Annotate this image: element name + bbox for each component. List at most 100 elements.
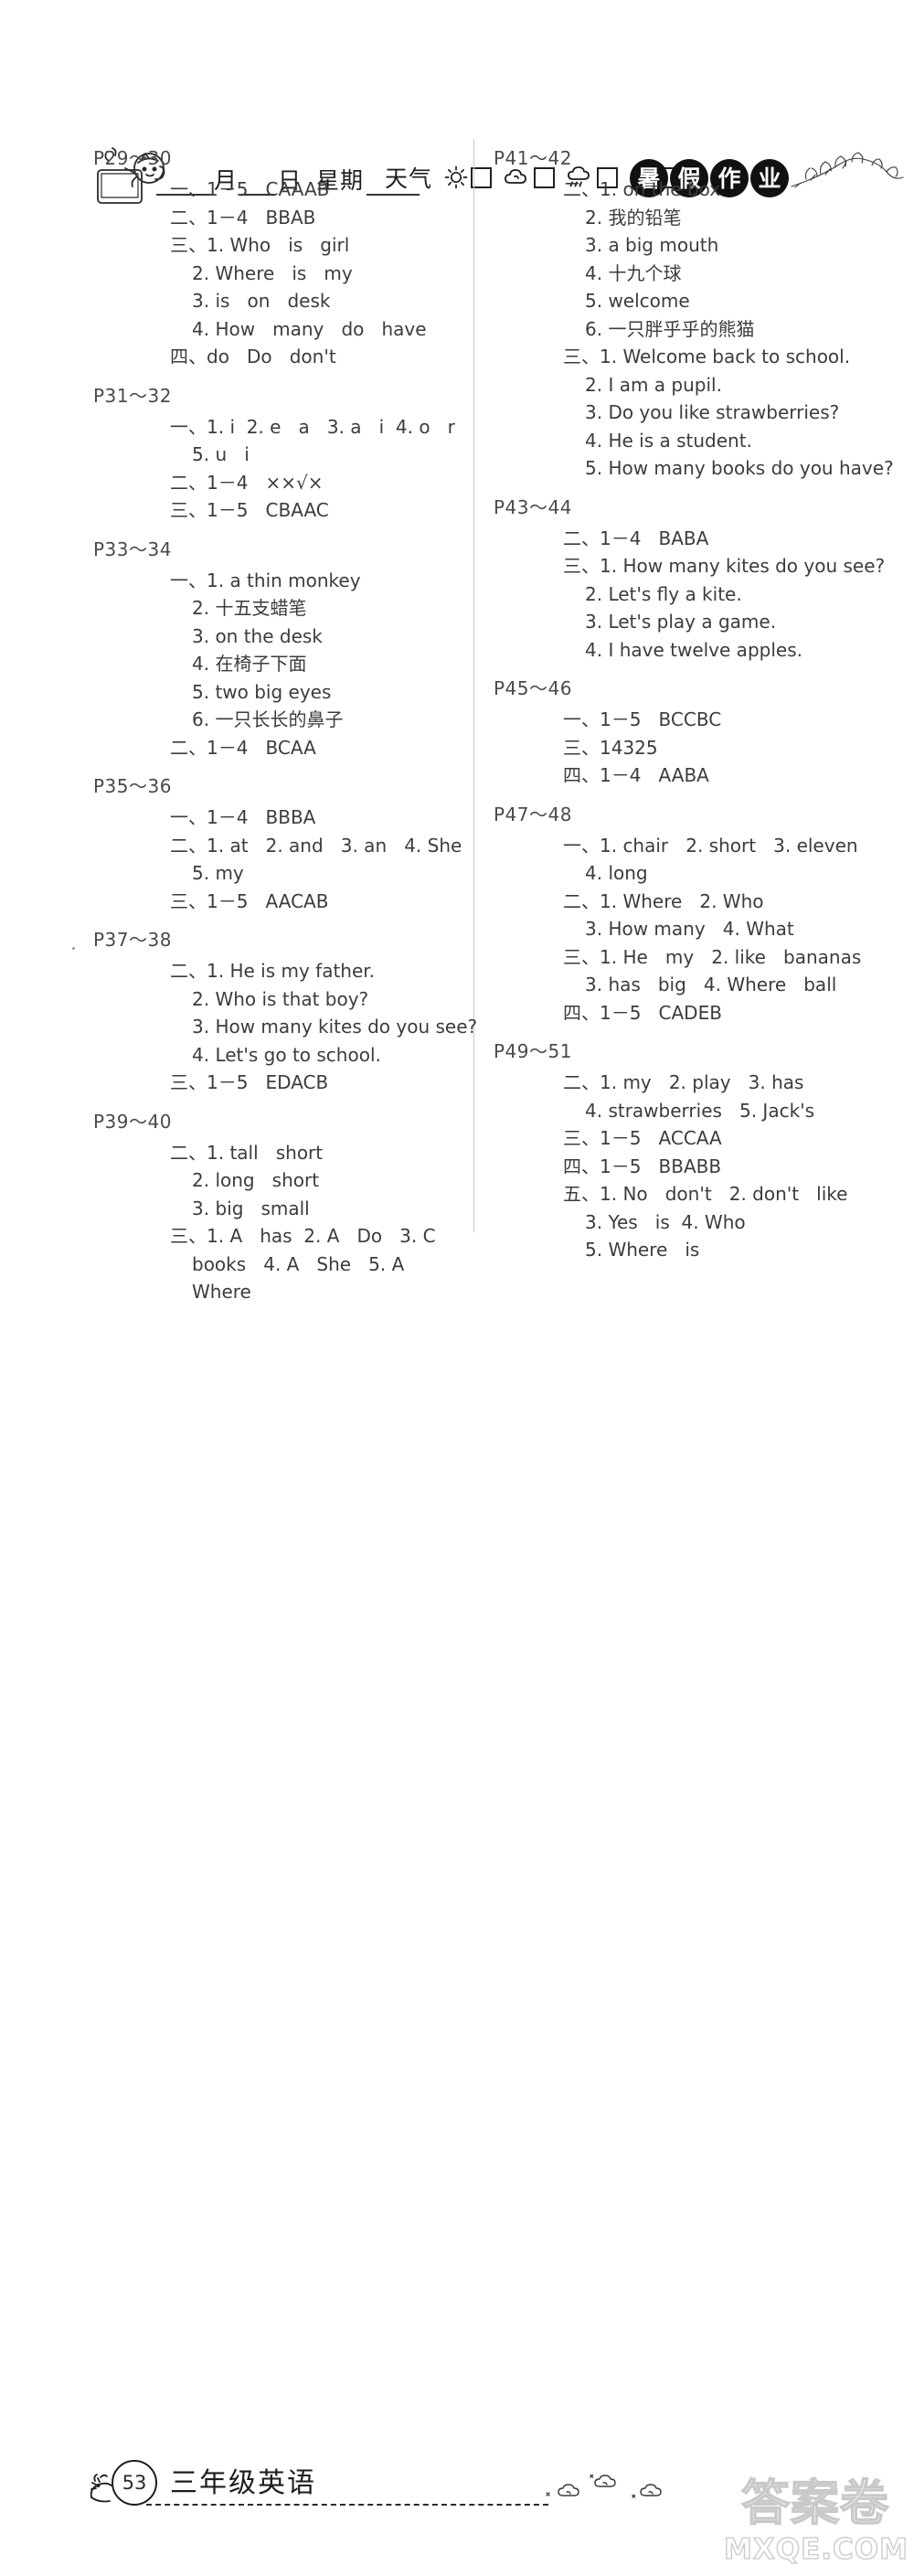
page-range-label: P29～30 [93,147,172,169]
answer-section: P31～32 一、1. i 2. e a 3. a i 4. o r 5. u … [91,382,466,525]
answers-column-right: P41～42 二、1. on the box 2. 我的铅笔 3. a big … [492,144,894,1275]
answer-line: 四、1－4 AABA [563,764,709,786]
answer-line: 4. 十九个球 [585,261,682,284]
page-range-label: P35～36 [93,775,172,797]
page-number-badge: 53 [112,2460,157,2506]
answer-line: 二、1. my 2. play 3. has [563,1071,804,1093]
page-range-label: P41～42 [494,147,572,169]
answer-line: 三、1－5 EDACB [170,1071,329,1093]
page-header: 月 日 星期 天气 暑 假 作 业 [0,71,914,204]
answer-line: 二、1－4 BCAA [170,736,316,759]
answer-line: 2. 我的铅笔 [585,206,682,229]
answer-line: 二、1. on the box [563,178,721,200]
answer-section: P47～48 一、1. chair 2. short 3. eleven 4. … [492,801,876,1027]
answer-line: 3. Do you like strawberries? [585,401,840,423]
watermark-site-text: MXQE.COM [723,2532,909,2567]
answer-lines: 二、1－4 BABA 三、1. How many kites do you se… [492,525,886,665]
answer-line: 三、1－5 AACAB [170,889,329,912]
answer-line: 三、1. Welcome back to school. [563,346,851,367]
answer-line: 4. strawberries 5. Jack's [585,1099,815,1122]
answer-line: 五、1. No don't 2. don't like [563,1183,848,1205]
answer-line: 2. long short [192,1169,320,1191]
answer-line: 四、do Do don't [170,346,336,367]
answer-line: 2. 十五支蜡笔 [192,597,307,619]
page-range-label: P37～38 [93,929,172,951]
answer-line: 5. How many books do you have? [585,457,894,479]
answer-line: 5. my [192,862,244,884]
answer-line: 3. has big 4. Where ball [585,974,837,995]
answer-line: 3. is on desk [192,290,331,312]
answer-line: 三、1. How many kites do you see? [563,555,886,577]
footer-dashed-rule [146,2504,548,2506]
answers-column-left: P29～30 一、1－5 CAAAB 二、1－4 BBAB 三、1. Who i… [91,144,478,1317]
page-range-label: P45～46 [494,677,572,699]
answer-line: 4. I have twelve apples. [585,638,802,661]
answer-line: 5. two big eyes [192,680,332,703]
page-range-label: P33～34 [93,538,172,560]
answer-section: P33～34 一、1. a thin monkey 2. 十五支蜡笔 3. on… [91,536,466,762]
answer-lines: 一、1. i 2. e a 3. a i 4. o r 5. u i 二、1－4… [91,413,466,525]
answer-line: 3. Let's play a game. [585,611,777,633]
answer-line: 一、1－4 BBBA [170,806,316,828]
answer-section: P29～30 一、1－5 CAAAB 二、1－4 BBAB 三、1. Who i… [91,144,466,371]
answer-line: 四、1－5 BBABB [563,1155,722,1177]
answer-line: 三、14325 [563,736,658,759]
answer-line: 三、1. He my 2. like bananas [563,945,862,968]
answer-lines: 二、1. He is my father. 2. Who is that boy… [91,957,478,1097]
answer-lines: 一、1－5 BCCBC 三、14325 四、1－4 AABA [492,706,876,790]
answer-line: 二、1－4 BBAB [170,206,316,229]
answer-section: P37～38 二、1. He is my father. 2. Who is t… [91,926,478,1097]
answer-section: P43～44 二、1－4 BABA 三、1. How many kites do… [492,494,886,665]
answer-lines: 二、1. on the box 2. 我的铅笔 3. a big mouth 4… [492,176,894,483]
decorative-clouds-icon [543,2468,753,2509]
answer-line: 6. 一只胖乎乎的熊猫 [585,317,755,340]
answer-line: 三、1－5 CBAAC [170,499,329,521]
answer-line: 一、1. a thin monkey [170,569,361,591]
answer-line: 二、1. at 2. and 3. an 4. She [170,834,462,857]
workbook-answer-page: 月 日 星期 天气 暑 假 作 业 P29～30 一、1－5 CAAAB 二、1… [0,0,914,2567]
answer-line: 4. He is a student. [585,429,752,452]
answer-line: 三、1－5 ACCAA [563,1127,722,1149]
answer-line: 3. How many kites do you see? [192,1016,478,1038]
answer-line: 一、1. i 2. e a 3. a i 4. o r [170,415,455,438]
answer-line: 4. long [585,862,648,884]
answer-line: 3. a big mouth [585,234,719,256]
answer-line: 4. How many do have [192,317,427,340]
answer-lines: 一、1. a thin monkey 2. 十五支蜡笔 3. on the de… [91,567,466,762]
answer-lines: 一、1. chair 2. short 3. eleven 4. long 二、… [492,832,876,1027]
answer-line: 2. Who is that boy? [192,987,369,1010]
page-range-label: P39～40 [93,1110,172,1133]
answer-line: 三、1. Who is girl [170,234,350,256]
answer-line: 二、1. Where 2. Who [563,889,764,912]
answer-line: 2. Let's fly a kite. [585,582,742,605]
answer-section: P35～36 一、1－4 BBBA 二、1. at 2. and 3. an 4… [91,772,466,915]
answer-line: 3. on the desk [192,624,323,647]
answer-line: 一、1－5 BCCBC [563,708,722,730]
site-watermark: 答案卷 MXQE.COM [723,2478,909,2576]
page-range-label: P31～32 [93,384,172,407]
answer-section: P45～46 一、1－5 BCCBC 三、14325 四、1－4 AABA [492,675,876,790]
answer-line: 3. big small [192,1197,310,1219]
answer-line: 6. 一只长长的鼻子 [192,708,344,730]
answer-line: 二、1. He is my father. [170,960,376,982]
answer-section: P41～42 二、1. on the box 2. 我的铅笔 3. a big … [492,144,894,483]
page-range-label: P43～44 [494,495,572,518]
answer-line: 一、1. chair 2. short 3. eleven [563,834,858,857]
answer-line: 一、1－5 CAAAB [170,178,330,200]
answer-line: 2. I am a pupil. [585,373,722,396]
answer-line: 4. 在椅子下面 [192,653,307,675]
subject-grade-label: 三年级英语 [170,2468,316,2498]
answer-line: 二、1－4 BABA [563,527,709,549]
answer-line: 5. u i [192,443,250,465]
column-divider [473,139,474,1232]
answer-line: 4. Let's go to school. [192,1043,381,1066]
page-footer: 53 三年级英语 答案卷 MXQE.COM [0,1225,914,2567]
answer-lines: 一、1－4 BBBA 二、1. at 2. and 3. an 4. She 5… [91,804,466,915]
answer-line: 四、1－5 CADEB [563,1001,722,1024]
page-range-label: P49～51 [494,1040,572,1062]
scan-artifact-dot [72,947,75,950]
answer-lines: 一、1－5 CAAAB 二、1－4 BBAB 三、1. Who is girl … [91,176,466,371]
answer-line: 二、1－4 ××√× [170,471,324,494]
answer-line: 5. welcome [585,290,690,312]
answer-line: 2. Where is my [192,261,353,284]
